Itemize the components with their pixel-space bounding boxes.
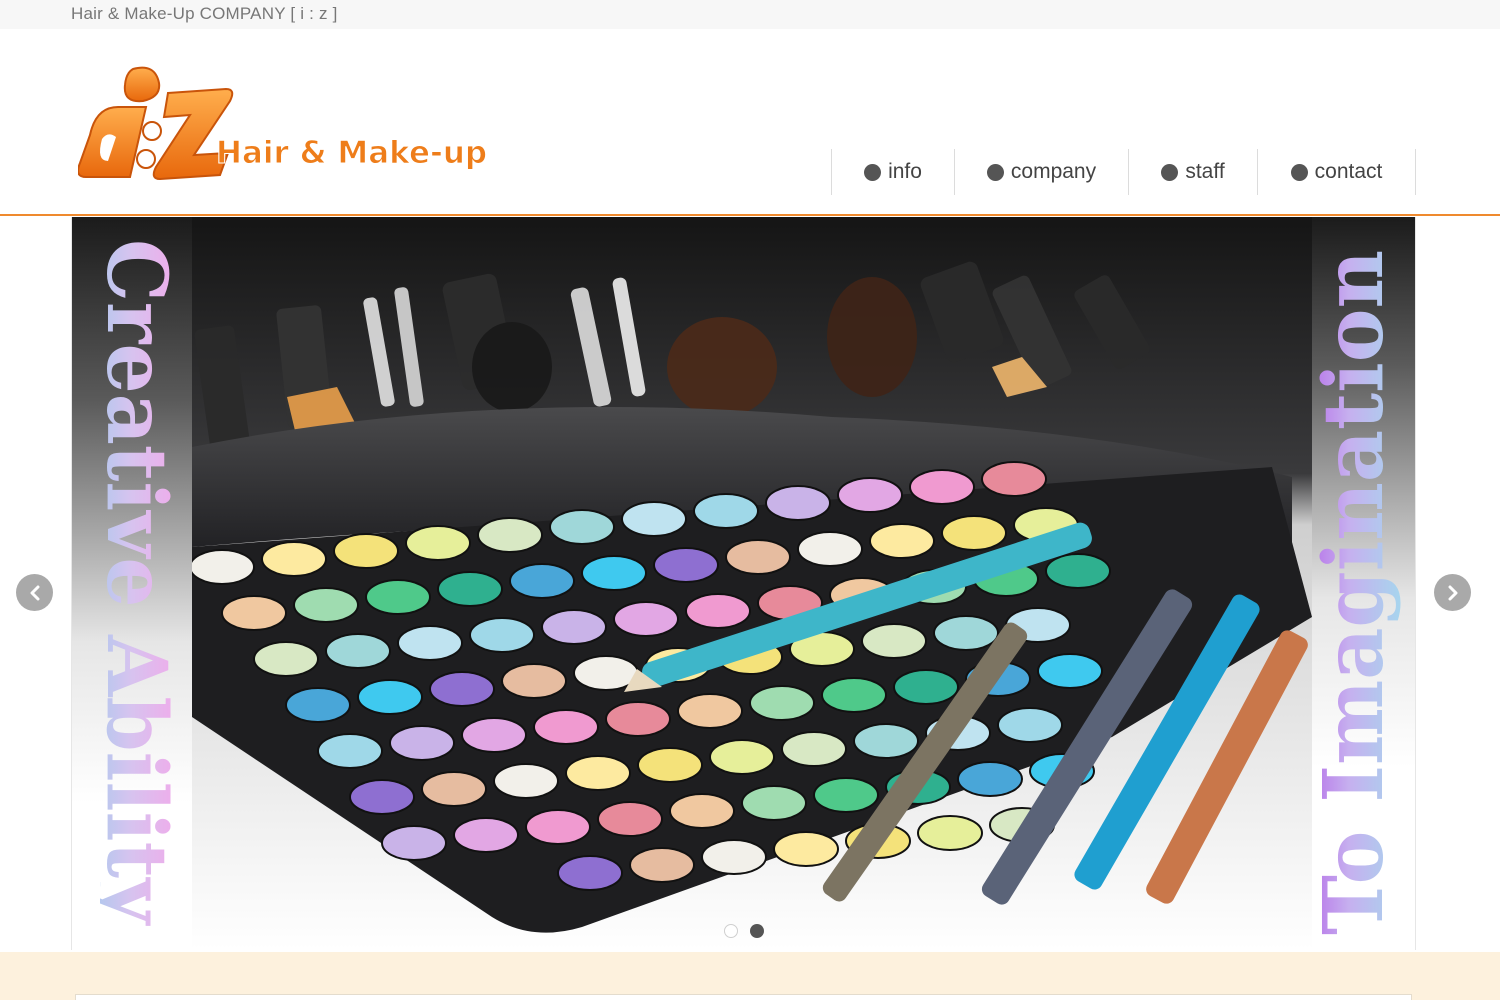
chevron-left-icon — [30, 585, 39, 600]
logo-mark — [78, 66, 234, 181]
caption-creative-ability: Creative Ability — [100, 239, 180, 926]
main-nav: info company staff contact — [831, 149, 1416, 195]
nav-item-info[interactable]: info — [831, 149, 954, 195]
nav-item-label: company — [1010, 160, 1097, 183]
caption-to-imagination: To Imagination — [1310, 250, 1402, 935]
nav-item-label: info — [888, 160, 922, 183]
nav-item-label: staff — [1185, 160, 1225, 183]
logo-wordmark: Hair & Make-up — [216, 135, 487, 171]
company-logo[interactable]: Hair & Make-up — [78, 59, 498, 189]
nav-item-label: contact — [1314, 160, 1383, 183]
nav-item-contact[interactable]: contact — [1257, 149, 1416, 195]
site-header: Hair & Make-up info company staff contac… — [0, 29, 1500, 216]
slider-dot-2-active[interactable] — [750, 924, 764, 938]
content-band — [0, 952, 1500, 1000]
top-bar: Hair & Make-Up COMPANY [ i : z ] — [0, 0, 1500, 29]
bullet-icon — [1290, 163, 1308, 181]
content-panel — [75, 994, 1412, 1000]
slide-caption-right: To Imagination — [1306, 245, 1415, 935]
bullet-icon — [1161, 163, 1179, 181]
slider-dot-1[interactable] — [724, 924, 738, 938]
slider-prev-button[interactable] — [16, 574, 53, 611]
chevron-right-icon — [1448, 585, 1457, 600]
bullet-icon — [986, 163, 1004, 181]
site-tagline: Hair & Make-Up COMPANY [ i : z ] — [71, 4, 338, 23]
hero-slider[interactable]: Creative Ability To Imagination — [71, 217, 1416, 950]
bullet-icon — [864, 163, 882, 181]
slide-caption-left: Creative Ability — [88, 239, 184, 929]
nav-item-company[interactable]: company — [954, 149, 1128, 195]
slider-next-button[interactable] — [1434, 574, 1471, 611]
slider-pagination — [724, 924, 764, 938]
slide-image-makeup-palette — [189, 217, 1312, 950]
nav-item-staff[interactable]: staff — [1128, 149, 1257, 195]
